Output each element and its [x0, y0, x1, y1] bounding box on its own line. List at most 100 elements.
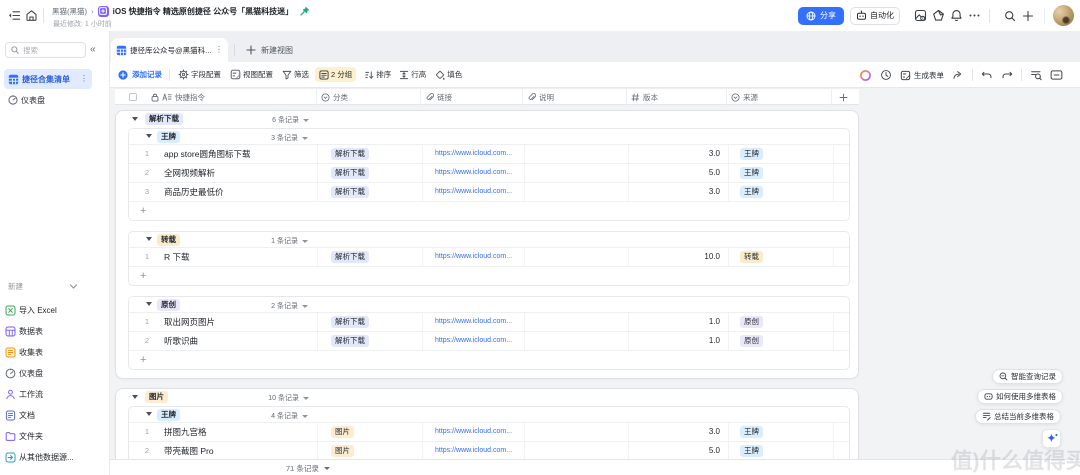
- column-header-source[interactable]: 来源: [726, 89, 831, 105]
- group-record-count[interactable]: 6 条记录: [272, 115, 309, 125]
- view-config-button[interactable]: 视图配置: [230, 69, 273, 80]
- collapse-arrow-icon[interactable]: [146, 237, 152, 241]
- column-header-add[interactable]: [831, 89, 859, 105]
- sidebar-new-item[interactable]: 导入 Excel: [0, 300, 110, 321]
- collapse-panel-icon[interactable]: «: [90, 44, 96, 56]
- automation-button[interactable]: 自动化: [850, 7, 900, 25]
- sidebar-new-item[interactable]: 文档: [0, 405, 110, 426]
- assistant-pill[interactable]: 如何使用多维表格: [977, 389, 1063, 404]
- generate-form-button[interactable]: 生成表单: [900, 70, 944, 81]
- breadcrumb-item[interactable]: 黑猫(黑猫): [52, 6, 87, 17]
- workspace-share-icon[interactable]: [932, 9, 945, 22]
- sidebar-new-item[interactable]: 数据表: [0, 321, 110, 342]
- subgroup-header[interactable]: 转载1 条记录: [129, 232, 849, 248]
- notifications-bell-icon[interactable]: [950, 9, 963, 22]
- widescreen-icon[interactable]: [1050, 69, 1063, 81]
- table-row[interactable]: 1拼图九宫格图片https://www.icloud.com...3.0王牌: [129, 423, 849, 442]
- find-record-icon[interactable]: [1030, 69, 1042, 81]
- new-section-header[interactable]: 新建: [8, 281, 102, 292]
- subgroup-record-count[interactable]: 2 条记录: [271, 301, 308, 311]
- cell-source-tag[interactable]: 转载: [740, 251, 763, 263]
- more-ellipsis-icon[interactable]: [968, 9, 981, 22]
- collapse-arrow-icon[interactable]: [146, 412, 152, 416]
- search-icon[interactable]: [1004, 10, 1016, 22]
- cell-version[interactable]: 1.0: [628, 332, 720, 350]
- group-record-count[interactable]: 10 条记录: [268, 393, 309, 403]
- cell-name[interactable]: 商品历史最低价: [164, 183, 224, 201]
- ai-copilot-icon[interactable]: [859, 69, 872, 82]
- cell-name[interactable]: app store圆角图标下载: [164, 145, 250, 163]
- cell-version[interactable]: 10.0: [628, 248, 720, 266]
- cell-name[interactable]: 听歌识曲: [164, 332, 198, 350]
- user-avatar[interactable]: [1053, 5, 1074, 26]
- cell-name[interactable]: 带壳截图 Pro: [164, 442, 214, 460]
- cell-source-tag[interactable]: 王牌: [740, 426, 763, 438]
- column-header-link[interactable]: 链接: [420, 89, 522, 105]
- column-header-name[interactable]: 快捷指令: [115, 89, 316, 105]
- table-row[interactable]: 3商品历史最低价解析下载https://www.icloud.com...3.0…: [129, 183, 849, 202]
- subgroup-record-count[interactable]: 4 条记录: [271, 411, 308, 421]
- sidebar-new-item[interactable]: 工作流: [0, 384, 110, 405]
- tab-more-icon[interactable]: ⋮: [215, 47, 223, 53]
- cell-source-tag[interactable]: 王牌: [740, 186, 763, 198]
- subgroup-header[interactable]: 王牌4 条记录: [129, 407, 849, 423]
- subgroup-record-count[interactable]: 1 条记录: [271, 236, 308, 246]
- cell-category-tag[interactable]: 图片: [331, 426, 354, 438]
- table-row[interactable]: 1app store圆角图标下载解析下载https://www.icloud.c…: [129, 145, 849, 164]
- cell-category-tag[interactable]: 解析下载: [331, 251, 369, 263]
- sidebar-item-dashboard[interactable]: 仪表盘: [4, 90, 92, 110]
- cell-link[interactable]: https://www.icloud.com...: [435, 313, 523, 331]
- group-header[interactable]: 解析下载6 条记录: [116, 111, 858, 128]
- home-icon[interactable]: [25, 9, 38, 22]
- cell-version[interactable]: 3.0: [628, 183, 720, 201]
- cell-name[interactable]: 拼图九宫格: [164, 423, 207, 441]
- table-row[interactable]: 2听歌识曲解析下载https://www.icloud.com...1.0原创: [129, 332, 849, 351]
- cell-link[interactable]: https://www.icloud.com...: [435, 183, 523, 201]
- cell-link[interactable]: https://www.icloud.com...: [435, 248, 523, 266]
- cell-category-tag[interactable]: 图片: [331, 445, 354, 457]
- presentation-icon[interactable]: [914, 9, 927, 22]
- sidebar-new-item[interactable]: 收集表: [0, 342, 110, 363]
- add-row-button[interactable]: +: [129, 267, 849, 285]
- column-header-category[interactable]: 分类: [316, 89, 420, 105]
- new-view-button[interactable]: 新建视图: [246, 38, 293, 62]
- assistant-pill[interactable]: 智能查询记录: [992, 369, 1063, 384]
- cell-category-tag[interactable]: 解析下载: [331, 167, 369, 179]
- collapse-arrow-icon[interactable]: [146, 302, 152, 306]
- cell-source-tag[interactable]: 原创: [740, 316, 763, 328]
- cell-link[interactable]: https://www.icloud.com...: [435, 442, 523, 460]
- cell-category-tag[interactable]: 解析下载: [331, 148, 369, 160]
- cell-link[interactable]: https://www.icloud.com...: [435, 423, 523, 441]
- cell-source-tag[interactable]: 王牌: [740, 148, 763, 160]
- cell-link[interactable]: https://www.icloud.com...: [435, 164, 523, 182]
- active-view-tab[interactable]: 捷径库公众号@黑猫科... ⋮: [111, 38, 228, 62]
- sidebar-new-item[interactable]: 从其他数据源...: [0, 447, 110, 468]
- share-view-icon[interactable]: [952, 69, 964, 81]
- record-count[interactable]: 71 条记录: [286, 463, 330, 474]
- table-row[interactable]: 1取出网页图片解析下载https://www.icloud.com...1.0原…: [129, 313, 849, 332]
- sort-button[interactable]: 排序: [364, 69, 391, 80]
- cell-version[interactable]: 3.0: [628, 423, 720, 441]
- collapse-sidebar-icon[interactable]: [8, 9, 21, 22]
- group-header[interactable]: 图片10 条记录: [116, 389, 858, 406]
- add-row-button[interactable]: +: [129, 351, 849, 369]
- cell-version[interactable]: 1.0: [628, 313, 720, 331]
- table-row[interactable]: 1R 下载解析下载https://www.icloud.com...10.0转载: [129, 248, 849, 267]
- cell-category-tag[interactable]: 解析下载: [331, 316, 369, 328]
- assistant-pill[interactable]: 总结当前多维表格: [975, 409, 1061, 424]
- collapse-arrow-icon[interactable]: [132, 395, 138, 399]
- cell-name[interactable]: 全网视频解析: [164, 164, 215, 182]
- collapse-arrow-icon[interactable]: [146, 134, 152, 138]
- cell-version[interactable]: 3.0: [628, 145, 720, 163]
- row-height-button[interactable]: 行高: [399, 69, 426, 80]
- subgroup-record-count[interactable]: 3 条记录: [271, 133, 308, 143]
- cell-source-tag[interactable]: 王牌: [740, 167, 763, 179]
- sidebar-search-input[interactable]: 搜索: [5, 42, 86, 58]
- group-button[interactable]: 2 分组: [315, 67, 356, 82]
- subgroup-header[interactable]: 原创2 条记录: [129, 297, 849, 313]
- cell-name[interactable]: 取出网页图片: [164, 313, 215, 331]
- cell-name[interactable]: R 下载: [164, 248, 190, 266]
- sidebar-new-item[interactable]: 仪表盘: [0, 363, 110, 384]
- cell-source-tag[interactable]: 原创: [740, 335, 763, 347]
- column-header-version[interactable]: 版本: [626, 89, 726, 105]
